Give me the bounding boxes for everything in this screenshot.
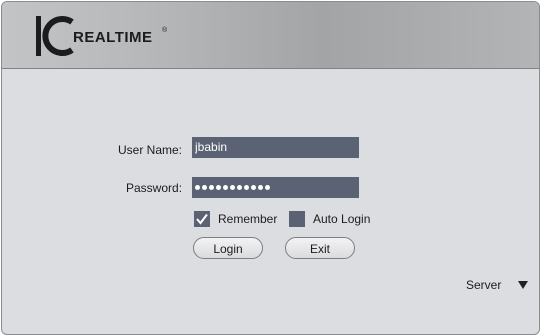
triangle-down-icon[interactable]	[518, 281, 528, 289]
autologin-label: Auto Login	[313, 212, 371, 226]
logo-word: REALTIME	[73, 29, 153, 46]
exit-button[interactable]: Exit	[285, 237, 355, 259]
ic-realtime-logo: REALTIME	[36, 16, 153, 56]
remember-label: Remember	[218, 212, 278, 226]
password-dot	[244, 185, 249, 190]
login-button[interactable]: Login	[193, 237, 263, 259]
login-window: REALTIME ® IC User Name: Password: Remem…	[1, 1, 540, 335]
password-dot	[251, 185, 256, 190]
remember-checkbox[interactable]	[194, 211, 210, 227]
password-dot	[216, 185, 221, 190]
username-label: User Name:	[118, 143, 183, 157]
password-dot	[230, 185, 235, 190]
header-banner: REALTIME ® IC	[2, 2, 539, 69]
password-dot	[202, 185, 207, 190]
password-label: Password:	[126, 181, 183, 195]
server-toggle-label[interactable]: Server	[466, 278, 501, 292]
username-input[interactable]	[192, 137, 359, 158]
password-dot	[195, 185, 200, 190]
password-dot	[265, 185, 270, 190]
password-dot	[223, 185, 228, 190]
password-dot	[209, 185, 214, 190]
password-dot	[258, 185, 263, 190]
checkmark-icon	[196, 213, 208, 225]
password-mask	[195, 177, 270, 198]
autologin-checkbox[interactable]	[289, 211, 305, 227]
registered-mark: ®	[162, 27, 168, 34]
password-dot	[237, 185, 242, 190]
